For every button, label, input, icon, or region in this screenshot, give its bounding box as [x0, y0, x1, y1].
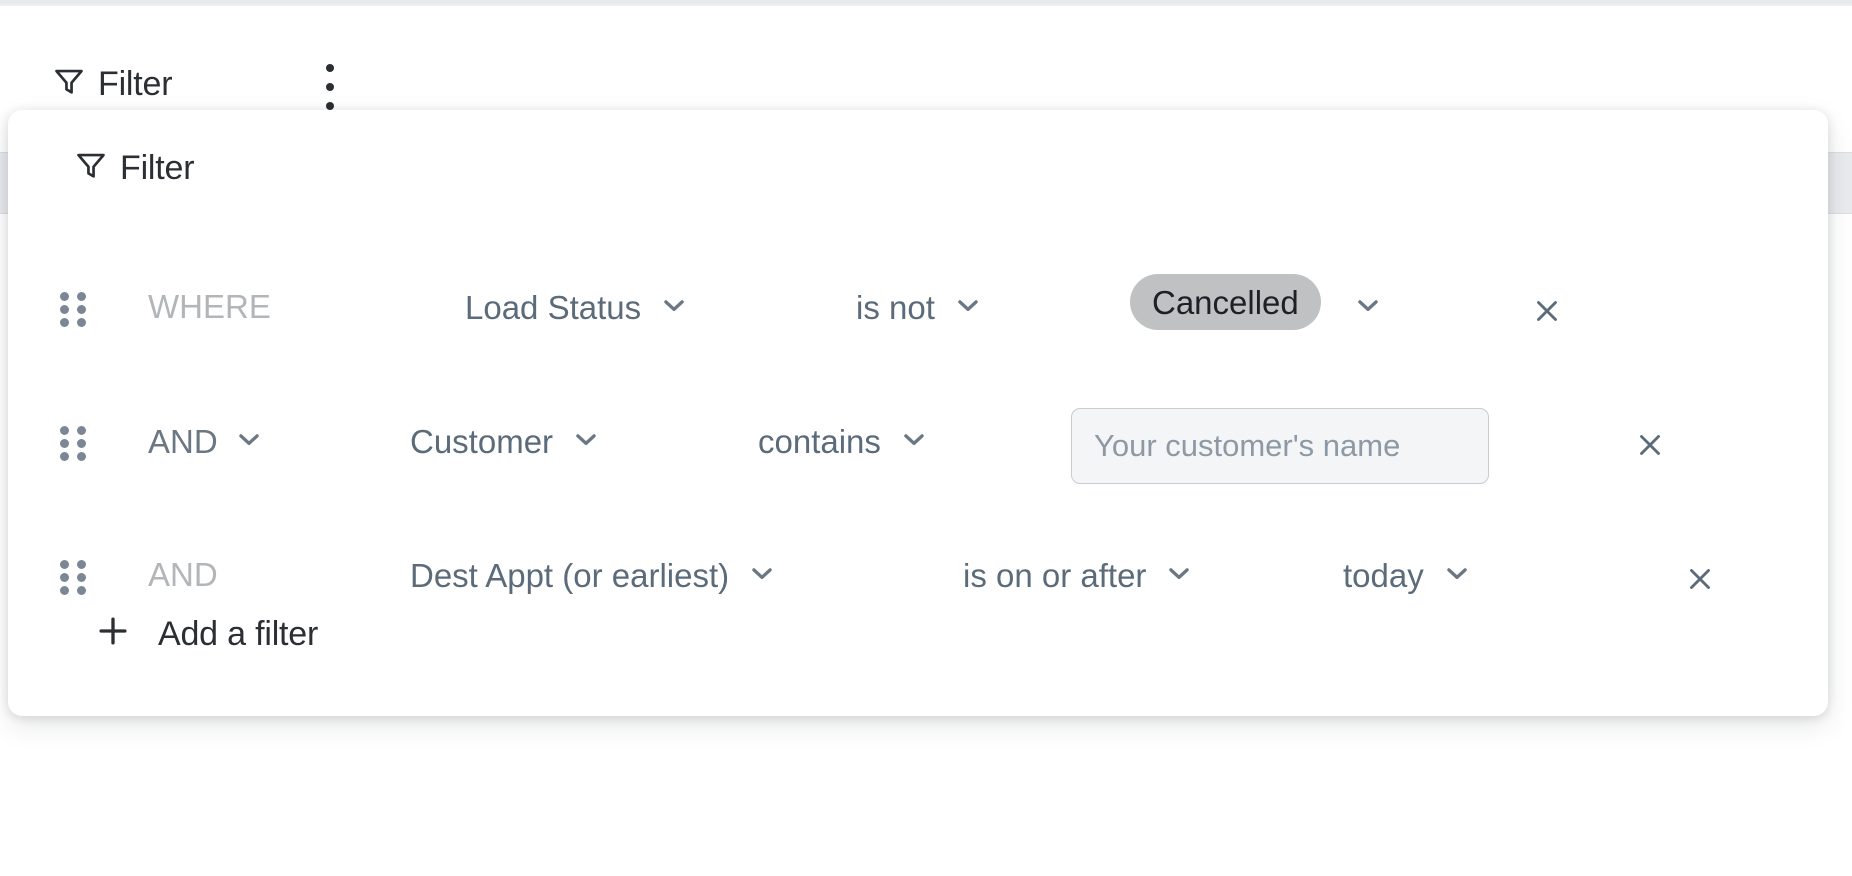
filter-popover-title: Filter	[74, 148, 195, 187]
drag-handle-icon[interactable]	[60, 292, 86, 327]
value-select-value: today	[1343, 557, 1424, 594]
filter-toolbar-label: Filter	[98, 64, 173, 103]
value-chip[interactable]: Cancelled	[1130, 274, 1321, 330]
filter-toolbar-button[interactable]: Filter	[52, 64, 173, 103]
filter-popover: Filter WHERE Load Status is not Cancelle…	[8, 110, 1828, 716]
kebab-dot	[326, 83, 334, 91]
row-conjunction-label: WHERE	[148, 288, 271, 325]
filter-screen: Filter Filter WHERE Load Status is not C…	[0, 0, 1852, 876]
field-select[interactable]: Load Status	[465, 290, 689, 325]
filter-row: AND Customer contains	[8, 376, 1828, 510]
add-filter-label: Add a filter	[158, 614, 319, 653]
filter-rows: WHERE Load Status is not Cancelled AND C…	[8, 242, 1828, 644]
drag-handle-icon[interactable]	[60, 560, 86, 595]
chevron-down-icon	[899, 424, 929, 459]
plus-icon	[94, 612, 132, 655]
operator-select-value: contains	[758, 423, 881, 460]
value-select[interactable]	[1353, 290, 1383, 325]
value-chip-label: Cancelled	[1152, 283, 1299, 321]
funnel-icon	[74, 148, 108, 187]
drag-handle-icon[interactable]	[60, 426, 86, 461]
chevron-down-icon	[234, 424, 264, 459]
value-text-input[interactable]	[1071, 408, 1489, 484]
chevron-down-icon	[571, 424, 601, 459]
remove-filter-row-button[interactable]	[1633, 428, 1667, 462]
operator-select[interactable]: is on or after	[963, 558, 1194, 593]
field-select-value: Customer	[410, 423, 554, 460]
filter-popover-title-label: Filter	[120, 148, 195, 187]
row-conjunction-select[interactable]: AND	[148, 424, 264, 459]
row-conjunction-label: AND	[148, 556, 218, 593]
chevron-down-icon	[747, 558, 777, 593]
filter-row: WHERE Load Status is not Cancelled	[8, 242, 1828, 376]
chevron-down-icon	[953, 290, 983, 325]
value-select[interactable]: today	[1343, 558, 1472, 593]
remove-filter-row-button[interactable]	[1683, 562, 1717, 596]
operator-select[interactable]: is not	[856, 290, 983, 325]
field-select[interactable]: Dest Appt (or earliest)	[410, 558, 777, 593]
chevron-down-icon	[1353, 290, 1383, 325]
field-select-value: Dest Appt (or earliest)	[410, 557, 730, 594]
chevron-down-icon	[1164, 558, 1194, 593]
kebab-menu-icon[interactable]	[312, 56, 348, 118]
chevron-down-icon	[1442, 558, 1472, 593]
add-filter-button[interactable]: Add a filter	[94, 612, 318, 655]
row-conjunction-value: AND	[148, 423, 218, 460]
field-select-value: Load Status	[465, 289, 642, 326]
operator-select-value: is not	[856, 289, 935, 326]
funnel-icon	[52, 64, 86, 103]
operator-select[interactable]: contains	[758, 424, 929, 459]
toolbar: Filter	[0, 6, 1852, 114]
kebab-dot	[326, 64, 334, 72]
operator-select-value: is on or after	[963, 557, 1147, 594]
field-select[interactable]: Customer	[410, 424, 601, 459]
remove-filter-row-button[interactable]	[1530, 294, 1564, 328]
kebab-dot	[326, 102, 334, 110]
chevron-down-icon	[659, 290, 689, 325]
